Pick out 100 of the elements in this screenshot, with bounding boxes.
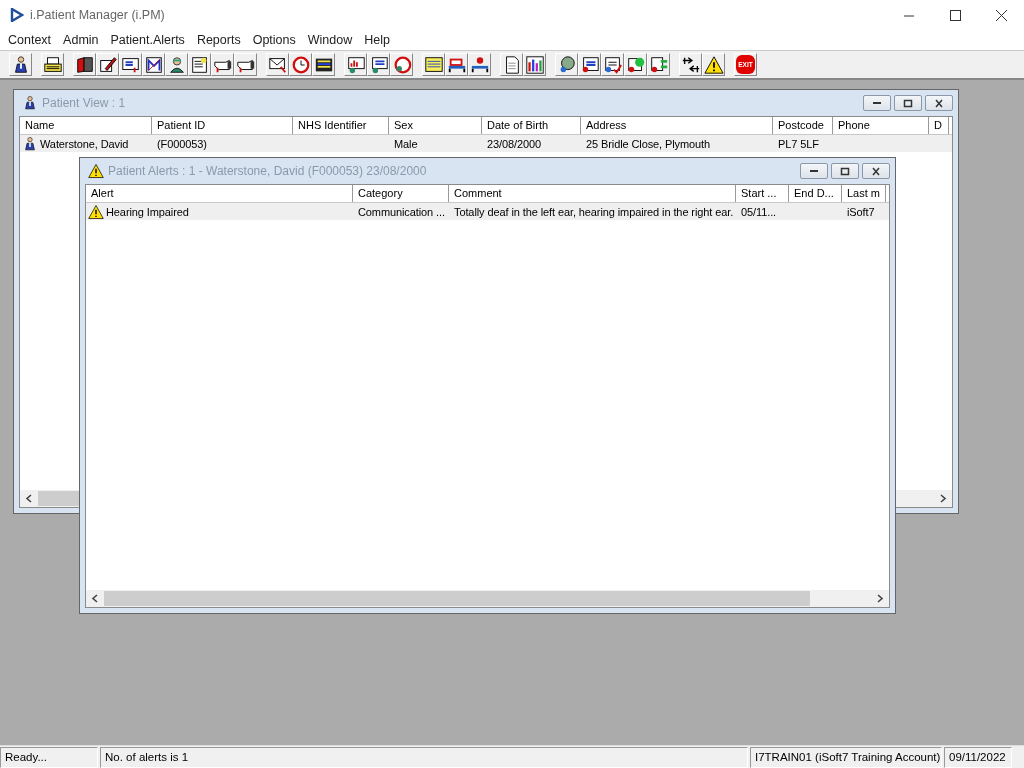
form-icon — [648, 54, 669, 75]
menu-item[interactable]: Admin — [57, 33, 105, 47]
column-header[interactable]: Phone — [833, 117, 929, 134]
scroll-left-icon[interactable] — [25, 494, 33, 503]
toolbar-button[interactable] — [312, 53, 335, 76]
minimize-button[interactable] — [800, 163, 828, 179]
toolbar-button[interactable] — [468, 53, 491, 76]
menu-item[interactable]: Window — [301, 33, 359, 47]
person-icon — [22, 95, 38, 111]
table-cell: Communication ... — [358, 205, 445, 218]
close-icon — [870, 165, 882, 177]
warning-icon — [88, 163, 104, 179]
scroll-right-icon[interactable] — [939, 494, 947, 503]
toolbar-button[interactable] — [523, 53, 546, 76]
column-header[interactable]: Name — [20, 117, 152, 134]
printer-icon — [42, 54, 63, 75]
status-pane: I7TRAIN01 (iSoft7 Training Account) — [750, 747, 942, 768]
restore-button[interactable] — [831, 163, 859, 179]
scrollbar-right-end[interactable] — [895, 490, 952, 507]
toolbar-button[interactable] — [601, 53, 624, 76]
close-button[interactable] — [925, 95, 953, 111]
window-title: i.Patient Manager (i.PM) — [30, 8, 165, 22]
table-cell: Hearing Impaired — [106, 205, 189, 218]
window-title: Patient View : 1 — [42, 96, 126, 110]
toolbar-button[interactable] — [647, 53, 670, 76]
column-header[interactable]: End D... — [789, 185, 842, 202]
status-pane: 09/11/2022 — [944, 747, 1012, 768]
toolbar-button[interactable] — [165, 53, 188, 76]
toolbar-button[interactable] — [142, 53, 165, 76]
scrollbar-left-end[interactable] — [20, 490, 80, 507]
toolbar-button[interactable] — [9, 53, 32, 76]
table-cell: Male — [394, 137, 418, 150]
restore-button[interactable] — [894, 95, 922, 111]
table-cell: iSoft7 — [847, 205, 875, 218]
restore-icon — [839, 165, 851, 177]
horizontal-scrollbar[interactable] — [86, 590, 889, 607]
column-header[interactable]: Comment — [449, 185, 736, 202]
toolbar-button[interactable] — [96, 53, 119, 76]
chart-icon — [345, 54, 366, 75]
toolbar-button[interactable] — [702, 53, 725, 76]
close-button[interactable] — [862, 163, 890, 179]
toolbar-button[interactable] — [500, 53, 523, 76]
menu-item[interactable]: Options — [246, 33, 302, 47]
toolbar-button[interactable] — [679, 53, 702, 76]
column-header[interactable]: Postcode — [773, 117, 833, 134]
column-header[interactable]: Alert — [86, 185, 353, 202]
book-icon — [74, 54, 95, 75]
scrollbar-thumb[interactable] — [38, 491, 80, 506]
toolbar-button[interactable] — [344, 53, 367, 76]
note-icon — [189, 54, 210, 75]
minimize-icon — [873, 102, 881, 104]
table-cell: 23/08/2000 — [487, 137, 542, 150]
pen-icon — [97, 54, 118, 75]
toolbar-button[interactable] — [266, 53, 289, 76]
column-header[interactable]: Patient ID — [152, 117, 293, 134]
person-icon — [22, 135, 38, 152]
menu-item[interactable]: Context — [2, 33, 58, 47]
status-pane: Ready... — [0, 747, 98, 768]
column-header[interactable]: D — [929, 117, 949, 134]
scrollbar-thumb[interactable] — [104, 591, 810, 606]
envelope-icon — [143, 54, 164, 75]
play-logo-icon — [10, 8, 24, 22]
scroll-right-icon[interactable] — [876, 594, 884, 603]
toolbar-button[interactable] — [41, 53, 64, 76]
bar-chart-icon — [524, 54, 545, 75]
menu-item[interactable]: Reports — [190, 33, 247, 47]
column-header[interactable]: Start ... — [736, 185, 789, 202]
column-header[interactable]: Last m — [842, 185, 886, 202]
status-pane: No. of alerts is 1 — [100, 747, 748, 768]
table-cell: PL7 5LF — [778, 137, 819, 150]
restore-icon — [902, 97, 914, 109]
toolbar-button[interactable] — [367, 53, 390, 76]
table-cell: Totally deaf in the left ear, hearing impaired in the right ear. — [454, 205, 734, 218]
bed-icon — [469, 54, 490, 75]
menu-item[interactable]: Help — [358, 33, 396, 47]
column-header[interactable]: Sex — [389, 117, 482, 134]
toolbar-button[interactable] — [445, 53, 468, 76]
column-header[interactable]: Category — [353, 185, 449, 202]
table-row[interactable]: Waterstone, David (F000053) Male 23/08/2000 25 Bridle Close, Plymouth PL7 5LF — [20, 135, 952, 152]
warning-icon — [88, 203, 104, 220]
toolbar-button[interactable] — [188, 53, 211, 76]
window-title: Patient Alerts : 1 - Waterstone, David (F000053) 23/08/2000 — [108, 164, 427, 178]
arrows-icon — [680, 54, 701, 75]
maximize-icon — [949, 9, 961, 21]
column-header[interactable]: Address — [581, 117, 773, 134]
toolbar-button[interactable] — [422, 53, 445, 76]
form-icon — [602, 54, 623, 75]
column-header[interactable]: NHS Identifier — [293, 117, 389, 134]
toolbar-button[interactable] — [624, 53, 647, 76]
toolbar-button[interactable] — [73, 53, 96, 76]
warning-icon — [703, 54, 724, 75]
toolbar-button[interactable] — [119, 53, 142, 76]
scroll-left-icon[interactable] — [91, 594, 99, 603]
table-row[interactable]: Hearing Impaired Communication ... Totally deaf in the left ear, hearing impaired in the right ear. 05/11... iSoft7 — [86, 203, 889, 220]
column-header[interactable]: Date of Birth — [482, 117, 581, 134]
close-icon — [995, 9, 1007, 21]
table-cell: (F000053) — [157, 137, 207, 150]
menu-item[interactable]: Patient.Alerts — [104, 33, 191, 47]
toolbar-button[interactable] — [578, 53, 601, 76]
minimize-button[interactable] — [863, 95, 891, 111]
